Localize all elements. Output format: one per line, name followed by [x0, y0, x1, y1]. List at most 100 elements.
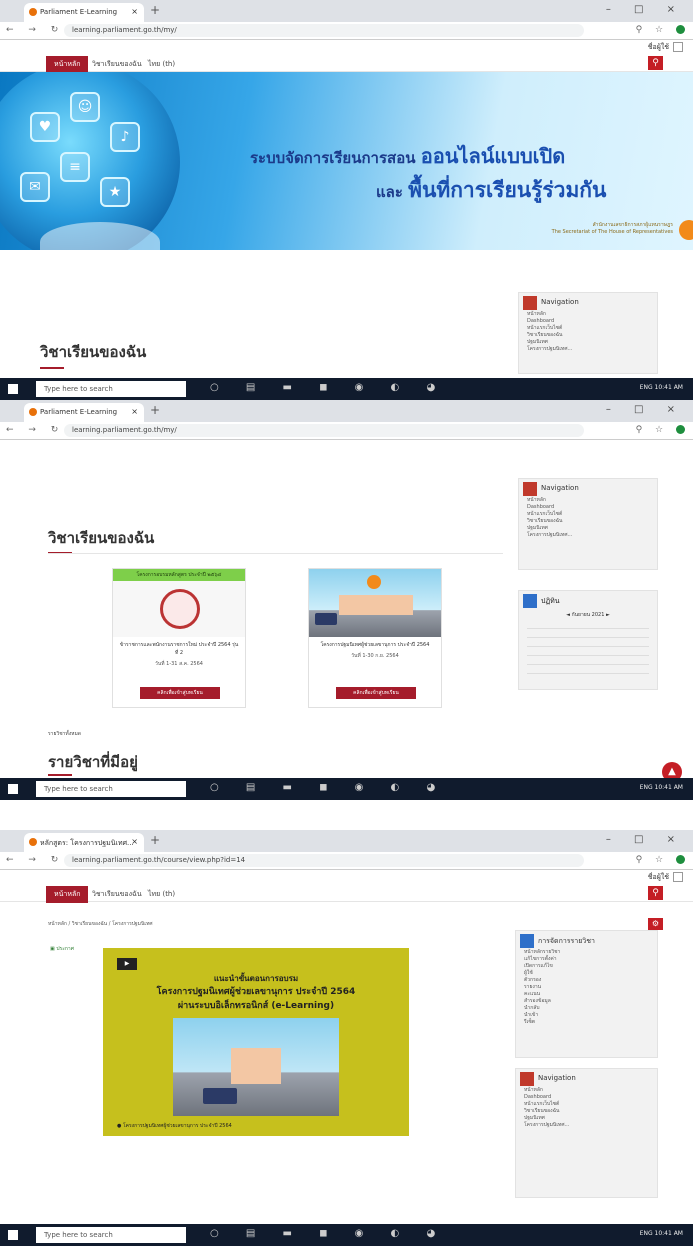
new-tab-icon[interactable]: +	[150, 3, 160, 17]
nav-item[interactable]: วิชาเรียนของฉัน	[519, 332, 657, 339]
title-underline	[48, 774, 72, 776]
extensions-icon[interactable]: ⚲ ☆	[636, 25, 685, 35]
announcements-link[interactable]: ▣ ประกาศ	[50, 945, 74, 953]
nav-item[interactable]: Dashboard	[516, 1094, 657, 1101]
admin-item[interactable]: รีเซ็ต	[516, 1019, 657, 1026]
taskbar-apps-icon[interactable]: ○ ▤ ▬ ◼ ◉ ◐ ◕	[210, 782, 447, 793]
user-menu[interactable]: ชื่อผู้ใช้	[648, 42, 683, 53]
nav-item[interactable]: Dashboard	[519, 318, 657, 325]
admin-item[interactable]: คะแนน	[516, 991, 657, 998]
browser-tabbar: Parliament E-Learning × + – □ ×	[0, 0, 693, 22]
admin-item[interactable]: นำกลับ	[516, 1005, 657, 1012]
nav-arrows-icon[interactable]: ← → ↻	[6, 25, 64, 35]
windows-start-icon[interactable]	[8, 384, 18, 394]
block-header: Navigation	[519, 479, 657, 497]
section-title: วิชาเรียนของฉัน	[40, 343, 147, 361]
admin-item[interactable]: สำรองข้อมูล	[516, 998, 657, 1005]
nav-item[interactable]: ปฐมนิเทศ	[519, 339, 657, 346]
taskbar-search[interactable]: Type here to search	[36, 1227, 186, 1243]
breadcrumb[interactable]: หน้าหลัก / วิชาเรียนของฉัน / โครงการปฐมน…	[48, 920, 153, 928]
all-courses-link[interactable]: รายวิชาทั้งหมด	[48, 730, 81, 738]
nav-item[interactable]: หน้าแรกเว็บไซต์	[519, 511, 657, 518]
url-field[interactable]: learning.parliament.go.th/my/	[64, 24, 584, 37]
course-card[interactable]: โครงการอบรมหลักสูตร ประจำปี ๒๕๖๔ ข้าราชก…	[112, 568, 246, 708]
nav-item[interactable]: โครงการปฐมนิเทศ...	[519, 346, 657, 353]
system-tray[interactable]: ENG 10:41 AM	[640, 384, 683, 391]
divider	[48, 553, 503, 554]
nav-item[interactable]: หน้าแรกเว็บไซต์	[516, 1101, 657, 1108]
browser-tabbar: หลักสูตร: โครงการปฐมนิเทศ... × + – □ ×	[0, 830, 693, 852]
user-menu-row: ชื่อผู้ใช้	[0, 870, 693, 884]
nav-item[interactable]: วิชาเรียนของฉัน	[516, 1108, 657, 1115]
nav-item[interactable]: โครงการปฐมนิเทศ...	[519, 532, 657, 539]
windows-start-icon[interactable]	[8, 1230, 18, 1240]
calendar-block: ปฏิทิน ◄ กันยายน 2021 ►	[518, 590, 658, 690]
menu-language[interactable]: ไทย (th)	[148, 889, 175, 900]
enter-course-button[interactable]: คลิกเพื่อเข้าสู่บทเรียน	[336, 687, 416, 699]
browser-tabbar: Parliament E-Learning × + – □ ×	[0, 400, 693, 422]
calendar-grid[interactable]	[527, 622, 649, 682]
admin-item[interactable]: นำเข้า	[516, 1012, 657, 1019]
menu-home[interactable]: หน้าหลัก	[46, 886, 89, 903]
close-icon[interactable]: ×	[131, 7, 138, 16]
system-tray[interactable]: ENG 10:41 AM	[640, 784, 683, 791]
play-icon[interactable]: ▶	[117, 958, 137, 970]
course-image: โครงการอบรมหลักสูตร ประจำปี ๒๕๖๔	[113, 569, 245, 637]
user-menu[interactable]: ชื่อผู้ใช้	[648, 872, 683, 883]
taskbar-search[interactable]: Type here to search	[36, 781, 186, 797]
nav-item[interactable]: โครงการปฐมนิเทศ...	[516, 1122, 657, 1129]
search-icon[interactable]: ⚲	[648, 886, 663, 900]
address-bar: ← → ↻ learning.parliament.go.th/my/ ⚲ ☆	[0, 22, 693, 40]
taskbar-search[interactable]: Type here to search	[36, 381, 186, 397]
search-icon[interactable]: ⚲	[648, 56, 663, 70]
window-controls[interactable]: – □ ×	[606, 404, 685, 415]
browser-tab[interactable]: Parliament E-Learning ×	[24, 3, 144, 22]
course-card[interactable]: โครงการปฐมนิเทศผู้ช่วยเลขานุการ ประจำปี …	[308, 568, 442, 708]
extensions-icon[interactable]: ⚲ ☆	[636, 855, 685, 865]
parliament-seal-icon	[160, 589, 200, 629]
nav-arrows-icon[interactable]: ← → ↻	[6, 425, 64, 435]
enter-course-button[interactable]: คลิกเพื่อเข้าสู่บทเรียน	[140, 687, 220, 699]
admin-item[interactable]: แก้ไขการตั้งค่า	[516, 956, 657, 963]
menu-language[interactable]: ไทย (th)	[148, 59, 175, 70]
navigation-icon	[523, 482, 537, 496]
close-icon[interactable]: ×	[131, 837, 138, 846]
nav-arrows-icon[interactable]: ← → ↻	[6, 855, 64, 865]
nav-item[interactable]: Dashboard	[519, 504, 657, 511]
nav-item[interactable]: หน้าหลัก	[519, 497, 657, 504]
menu-my-courses[interactable]: วิชาเรียนของฉัน	[92, 59, 142, 70]
nav-item[interactable]: หน้าหลัก	[516, 1087, 657, 1094]
admin-item[interactable]: เปิดการแก้ไข	[516, 963, 657, 970]
new-tab-icon[interactable]: +	[150, 833, 160, 847]
menu-my-courses[interactable]: วิชาเรียนของฉัน	[92, 889, 142, 900]
admin-item[interactable]: รายงาน	[516, 984, 657, 991]
nav-item[interactable]: ปฐมนิเทศ	[519, 525, 657, 532]
admin-item[interactable]: หน้าหลักรายวิชา	[516, 949, 657, 956]
menu-home[interactable]: หน้าหลัก	[46, 56, 89, 73]
course-video[interactable]: ▶ แนะนำขั้นตอนการอบรม โครงการปฐมนิเทศผู้…	[103, 948, 409, 1136]
window-controls[interactable]: – □ ×	[606, 4, 685, 15]
url-field[interactable]: learning.parliament.go.th/course/view.ph…	[64, 854, 584, 867]
extensions-icon[interactable]: ⚲ ☆	[636, 425, 685, 435]
course-image	[309, 569, 441, 637]
taskbar-apps-icon[interactable]: ○ ▤ ▬ ◼ ◉ ◐ ◕	[210, 1228, 447, 1239]
taskbar-apps-icon[interactable]: ○ ▤ ▬ ◼ ◉ ◐ ◕	[210, 382, 447, 393]
new-tab-icon[interactable]: +	[150, 403, 160, 417]
window-controls[interactable]: – □ ×	[606, 834, 685, 845]
url-field[interactable]: learning.parliament.go.th/my/	[64, 424, 584, 437]
main-menu: หน้าหลัก วิชาเรียนของฉัน ไทย (th) ⚲	[0, 884, 693, 903]
admin-item[interactable]: ผู้ใช้	[516, 970, 657, 977]
user-menu-row: ชื่อผู้ใช้	[0, 40, 693, 54]
title-underline	[40, 367, 64, 369]
admin-item[interactable]: ตัวกรอง	[516, 977, 657, 984]
nav-item[interactable]: ปฐมนิเทศ	[516, 1115, 657, 1122]
system-tray[interactable]: ENG 10:41 AM	[640, 1230, 683, 1237]
windows-start-icon[interactable]	[8, 784, 18, 794]
browser-tab[interactable]: หลักสูตร: โครงการปฐมนิเทศ... ×	[24, 833, 144, 852]
close-icon[interactable]: ×	[131, 407, 138, 416]
nav-item[interactable]: หน้าหลัก	[519, 311, 657, 318]
gear-icon[interactable]: ⚙	[648, 918, 663, 930]
nav-item[interactable]: วิชาเรียนของฉัน	[519, 518, 657, 525]
nav-item[interactable]: หน้าแรกเว็บไซต์	[519, 325, 657, 332]
browser-tab[interactable]: Parliament E-Learning ×	[24, 403, 144, 422]
